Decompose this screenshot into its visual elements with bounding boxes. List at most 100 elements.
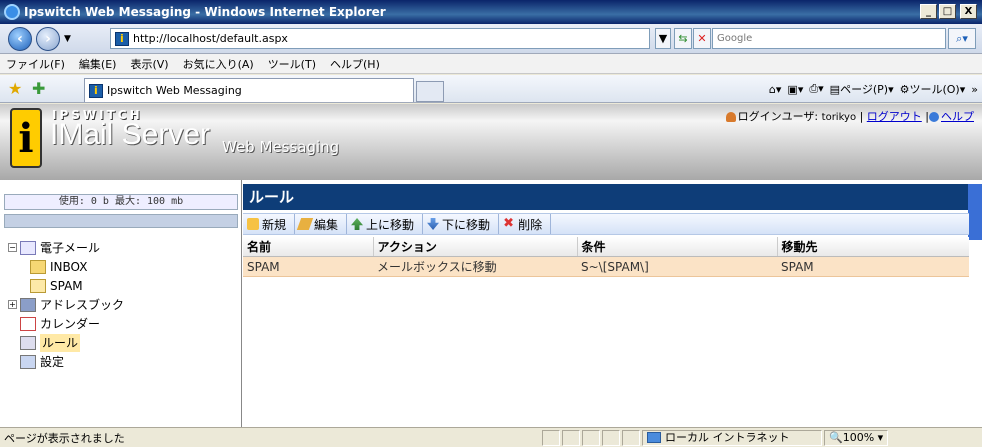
edit-icon: [296, 218, 314, 230]
folder-icon: [30, 278, 46, 293]
page-menu[interactable]: ▤ページ(P)▾: [830, 81, 894, 97]
minimize-button[interactable]: _: [920, 4, 937, 19]
zoom-label: 100%: [842, 430, 875, 444]
maximize-button[interactable]: □: [939, 4, 956, 19]
sidebar-item-label: INBOX: [50, 259, 88, 274]
security-zone[interactable]: ローカル イントラネット: [642, 429, 822, 446]
status-cell: [582, 429, 600, 446]
expand-icon[interactable]: +: [8, 300, 17, 309]
history-dropdown-icon[interactable]: ▼: [64, 34, 71, 44]
add-favorite-icon[interactable]: ✚: [32, 79, 45, 98]
sidebar-item-label: 電子メール: [40, 240, 101, 255]
print-icon[interactable]: ⎙▾: [809, 82, 823, 96]
more-chevron[interactable]: »: [971, 83, 978, 96]
address-bar[interactable]: http://localhost/default.aspx: [110, 28, 650, 49]
cell-action: メールボックスに移動: [373, 256, 577, 277]
menu-file[interactable]: ファイル(F): [6, 56, 65, 72]
status-text: ページが表示されました: [4, 431, 125, 445]
inbox-folder-icon: [30, 259, 46, 274]
favorites-star-icon[interactable]: ★: [8, 79, 22, 98]
col-condition[interactable]: 条件: [576, 237, 777, 257]
logout-link[interactable]: ログアウト: [867, 110, 922, 123]
delete-icon: ✖: [503, 216, 514, 231]
new-button[interactable]: 新規: [243, 214, 296, 234]
status-cell: [602, 429, 620, 446]
search-input[interactable]: Google: [712, 28, 946, 49]
col-name[interactable]: 名前: [243, 237, 373, 257]
close-button[interactable]: X: [960, 4, 977, 19]
rules-table: 名前 アクション 条件 移動先 SPAM メールボックスに移動 S~\[SPAM…: [243, 237, 969, 277]
cell-condition: S~\[SPAM\]: [577, 256, 777, 277]
arrow-up-icon: [351, 218, 364, 230]
address-url: http://localhost/default.aspx: [133, 32, 288, 45]
sidebar-item-spam[interactable]: SPAM: [8, 276, 124, 295]
menu-bar: ファイル(F) 編集(E) 表示(V) お気に入り(A) ツール(T) ヘルプ(…: [0, 54, 982, 74]
home-icon[interactable]: ⌂▾: [769, 83, 782, 96]
forward-button[interactable]: ›: [36, 27, 60, 51]
menu-tools[interactable]: ツール(T): [268, 56, 316, 72]
page-menu-label: ページ(P): [840, 83, 889, 96]
feeds-icon[interactable]: ▣▾: [787, 83, 803, 96]
menu-edit[interactable]: 編集(E): [79, 56, 117, 72]
arrow-down-icon: [427, 218, 440, 230]
address-toolbar: ‹ › ▼ http://localhost/default.aspx ▼ ⇆ …: [0, 24, 982, 54]
sidebar-item-inbox[interactable]: INBOX: [8, 257, 124, 276]
zoom-icon: 🔍: [829, 430, 843, 444]
new-tab-button[interactable]: [416, 81, 444, 102]
menu-view[interactable]: 表示(V): [130, 56, 168, 72]
user-links: ログインユーザ: torikyo | ログアウト | ヘルプ: [725, 108, 974, 124]
move-up-button[interactable]: 上に移動: [347, 214, 424, 234]
sidebar-item-label: アドレスブック: [40, 297, 125, 312]
sidebar-item-label: 設定: [40, 354, 65, 369]
delete-button[interactable]: ✖ 削除: [499, 214, 552, 234]
menu-help[interactable]: ヘルプ(H): [330, 56, 380, 72]
imail-logo-icon: i: [10, 108, 42, 168]
brand-sub: Web Messaging: [222, 138, 340, 156]
sidebar-item-calendar[interactable]: カレンダー: [8, 314, 124, 333]
help-link[interactable]: ヘルプ: [941, 110, 974, 123]
window-titlebar: Ipswitch Web Messaging - Windows Interne…: [0, 0, 982, 24]
menu-favorites[interactable]: お気に入り(A): [183, 56, 254, 72]
brand-main: IMail Server: [50, 118, 211, 151]
site-favicon-icon: [115, 31, 129, 46]
ie-logo-icon: [4, 4, 20, 20]
tab-label: Ipswitch Web Messaging: [107, 84, 242, 97]
col-destination[interactable]: 移動先: [776, 237, 969, 257]
stop-icon[interactable]: ✕: [693, 28, 711, 49]
sidebar-item-settings[interactable]: 設定: [8, 352, 124, 371]
status-cell: [542, 429, 560, 446]
move-down-label: 下に移動: [442, 217, 491, 232]
move-down-button[interactable]: 下に移動: [423, 214, 500, 234]
collapse-icon[interactable]: −: [8, 243, 17, 252]
rules-icon: [20, 335, 36, 350]
zoom-control[interactable]: 🔍100% ▾: [824, 429, 888, 446]
status-cell: [562, 429, 580, 446]
tools-menu-label: ツール(O): [909, 83, 960, 96]
back-button[interactable]: ‹: [8, 27, 32, 51]
quota-display: 使用: 0 b 最大: 100 mb: [4, 194, 238, 210]
sidebar-item-addressbook[interactable]: + アドレスブック: [8, 295, 124, 314]
rules-toolbar: 新規 編集 上に移動 下に移動 ✖ 削除: [243, 213, 969, 235]
edit-button[interactable]: 編集: [295, 214, 348, 234]
folder-tree: − 電子メール INBOX SPAM + アドレスブック カレンダー ルール 設…: [8, 238, 124, 371]
table-header-row: 名前 アクション 条件 移動先: [243, 237, 969, 257]
sidebar-item-email[interactable]: − 電子メール: [8, 238, 124, 257]
username: torikyo: [821, 112, 857, 123]
quota-bar: [4, 214, 238, 228]
tab-ipswitch[interactable]: Ipswitch Web Messaging: [84, 78, 414, 102]
table-row[interactable]: SPAM メールボックスに移動 S~\[SPAM\] SPAM: [243, 256, 969, 277]
user-icon: [725, 112, 736, 122]
help-icon: [929, 112, 939, 122]
move-up-label: 上に移動: [366, 217, 415, 232]
tools-menu[interactable]: ⚙ツール(O)▾: [900, 81, 966, 97]
command-bar: ⌂▾ ▣▾ ⎙▾ ▤ページ(P)▾ ⚙ツール(O)▾ »: [769, 81, 978, 97]
sidebar-item-label: SPAM: [50, 278, 83, 293]
col-action[interactable]: アクション: [372, 237, 577, 257]
search-icon[interactable]: ⌕▾: [948, 28, 976, 49]
tab-bar: ★ ✚ Ipswitch Web Messaging ⌂▾ ▣▾ ⎙▾ ▤ページ…: [0, 75, 982, 103]
refresh-icon[interactable]: ⇆: [674, 28, 692, 49]
address-dropdown-icon[interactable]: ▼: [655, 28, 671, 49]
sidebar-item-rules[interactable]: ルール: [8, 333, 124, 352]
title-accent: [968, 184, 982, 240]
main-pane: ルール 新規 編集 上に移動 下に移動 ✖ 削除 名前 アクション 条件 移動先 …: [243, 180, 982, 427]
